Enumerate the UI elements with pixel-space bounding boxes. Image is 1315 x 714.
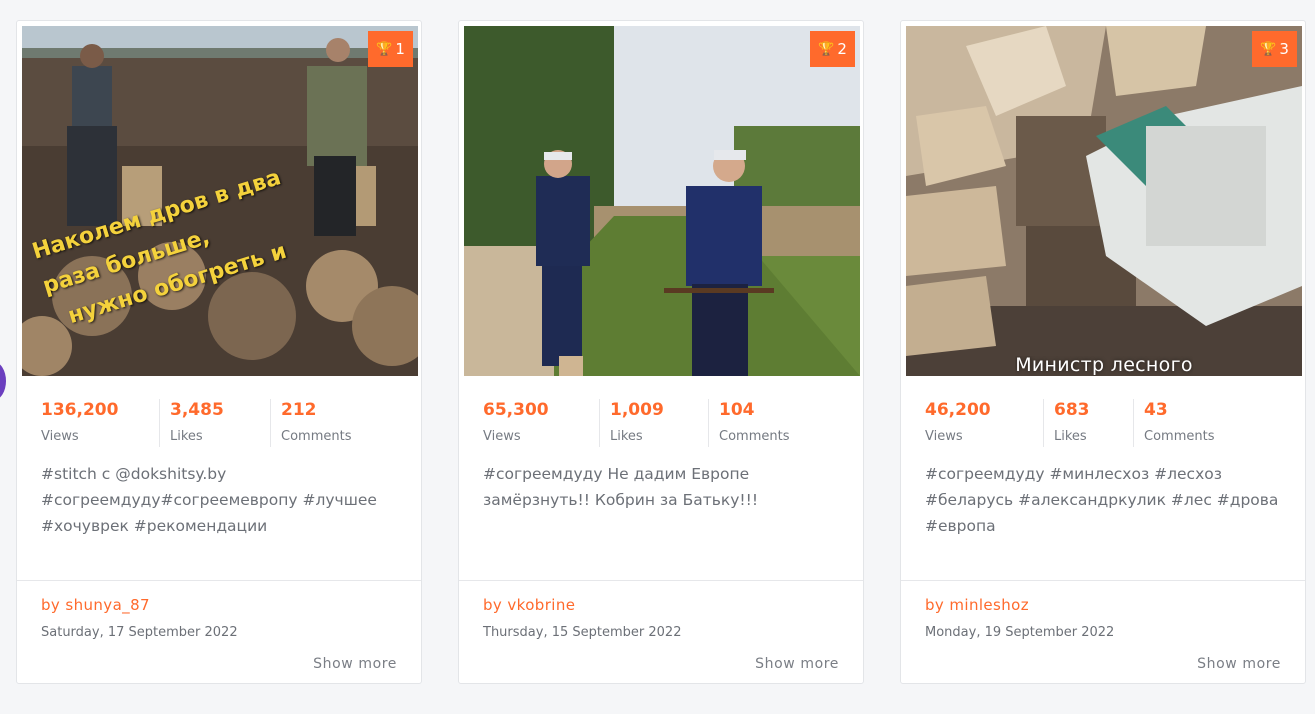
stat-views: 65,300 Views (483, 399, 599, 447)
post-date: Saturday, 17 September 2022 (41, 625, 238, 640)
views-label: Views (483, 429, 521, 444)
post-date: Monday, 19 September 2022 (925, 625, 1115, 640)
stat-likes: 683 Likes (1043, 399, 1133, 447)
card-divider (17, 580, 421, 581)
rank-badge: 🏆 2 (810, 31, 855, 67)
side-scroll-handle[interactable] (0, 362, 6, 400)
likes-label: Likes (170, 429, 203, 444)
stat-comments: 212 Comments (270, 399, 380, 447)
views-count: 65,300 (483, 400, 549, 420)
video-description: #stitch с @dokshitsy.by #согреемдуду#сог… (41, 465, 377, 535)
author-link[interactable]: by vkobrine (483, 596, 575, 614)
stat-likes: 1,009 Likes (599, 399, 708, 447)
stat-views: 46,200 Views (925, 399, 1043, 447)
stat-comments: 104 Comments (708, 399, 818, 447)
trophy-icon: 🏆 (818, 41, 835, 57)
thumbnail-image-3 (906, 26, 1302, 376)
likes-count: 3,485 (170, 400, 224, 420)
card-divider (459, 580, 863, 581)
video-card: Наколем дров в два раза больше, нужно об… (16, 20, 422, 684)
views-label: Views (925, 429, 963, 444)
video-thumbnail[interactable]: Наколем дров в два раза больше, нужно об… (22, 26, 418, 376)
rank-number: 1 (395, 40, 405, 58)
views-count: 136,200 (41, 400, 119, 420)
stat-likes: 3,485 Likes (159, 399, 270, 447)
video-description: #согреемдуду #минлесхоз #лесхоз #беларус… (925, 465, 1279, 535)
show-more-link[interactable]: Show more (755, 656, 839, 672)
post-date: Thursday, 15 September 2022 (483, 625, 682, 640)
likes-count: 683 (1054, 400, 1090, 420)
views-label: Views (41, 429, 79, 444)
stats-row: 46,200 Views 683 Likes 43 Comments (925, 399, 1243, 447)
stat-views: 136,200 Views (41, 399, 159, 447)
comments-label: Comments (719, 429, 790, 444)
likes-label: Likes (610, 429, 643, 444)
likes-count: 1,009 (610, 400, 664, 420)
video-thumbnail[interactable]: Министр лесного 🏆 3 (906, 26, 1302, 376)
video-thumbnail[interactable]: 🏆 2 (464, 26, 860, 376)
rank-number: 2 (837, 40, 847, 58)
video-card-grid: Наколем дров в два раза больше, нужно об… (16, 20, 1315, 684)
show-more-link[interactable]: Show more (313, 656, 397, 672)
likes-label: Likes (1054, 429, 1087, 444)
thumbnail-image-2 (464, 26, 860, 376)
author-link[interactable]: by shunya_87 (41, 596, 150, 614)
author-link[interactable]: by minleshoz (925, 596, 1029, 614)
rank-badge: 🏆 1 (368, 31, 413, 67)
comments-count: 212 (281, 400, 317, 420)
stats-row: 65,300 Views 1,009 Likes 104 Comments (483, 399, 818, 447)
stats-row: 136,200 Views 3,485 Likes 212 Comments (41, 399, 380, 447)
trophy-icon: 🏆 (1260, 41, 1277, 57)
comments-label: Comments (281, 429, 352, 444)
rank-number: 3 (1279, 40, 1289, 58)
thumbnail-caption: Министр лесного (1015, 356, 1193, 376)
stat-comments: 43 Comments (1133, 399, 1243, 447)
rank-badge: 🏆 3 (1252, 31, 1297, 67)
views-count: 46,200 (925, 400, 991, 420)
comments-count: 104 (719, 400, 755, 420)
card-divider (901, 580, 1305, 581)
trophy-icon: 🏆 (376, 41, 393, 57)
show-more-link[interactable]: Show more (1197, 656, 1281, 672)
comments-count: 43 (1144, 400, 1168, 420)
video-card: Министр лесного 🏆 3 46,200 Views 683 Lik… (900, 20, 1306, 684)
video-description: #согреемдуду Не дадим Европе замёрзнуть!… (483, 465, 759, 509)
video-card: 🏆 2 65,300 Views 1,009 Likes 104 Comment… (458, 20, 864, 684)
comments-label: Comments (1144, 429, 1215, 444)
